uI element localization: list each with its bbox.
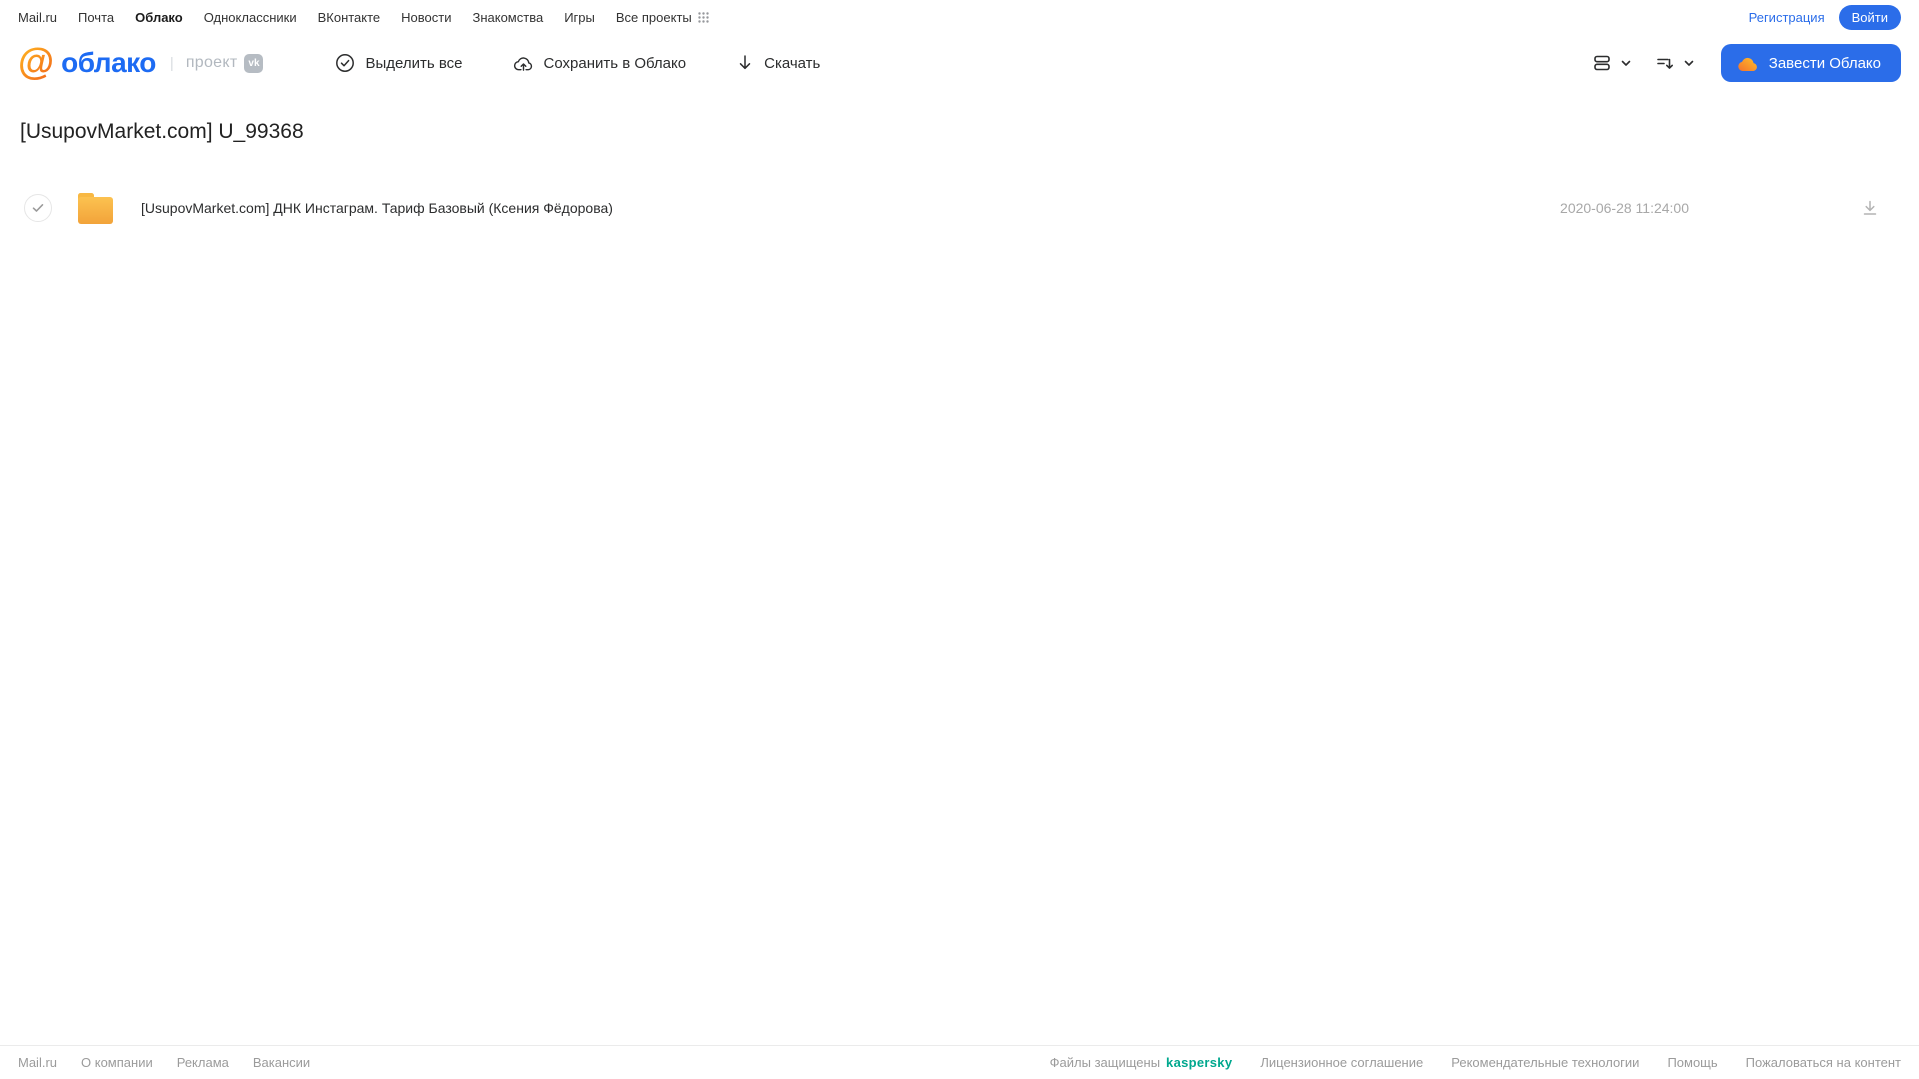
download-icon <box>736 53 754 73</box>
app-header: @ облако | проект vk Выделить все Сохран… <box>0 34 1919 92</box>
file-list: [UsupovMarket.com] ДНК Инстаграм. Тариф … <box>0 187 1919 229</box>
topbar-link-all-projects[interactable]: Все проекты <box>616 10 709 25</box>
footer-link-ads[interactable]: Реклама <box>177 1055 229 1070</box>
cloud-upload-icon <box>513 53 534 73</box>
page-footer: Mail.ru О компании Реклама Вакансии Файл… <box>0 1045 1919 1079</box>
kaspersky-protection: Файлы защищены kaspersky <box>1050 1055 1233 1070</box>
get-cloud-label: Завести Облако <box>1768 54 1881 72</box>
login-button[interactable]: Войти <box>1838 4 1901 30</box>
topbar-link-znakomstva[interactable]: Знакомства <box>472 10 543 25</box>
row-checkbox[interactable] <box>24 194 52 222</box>
registration-link[interactable]: Регистрация <box>1749 10 1825 25</box>
vk-icon: vk <box>244 53 264 73</box>
view-mode-dropdown[interactable] <box>1591 52 1632 74</box>
apps-grid-icon <box>698 11 709 23</box>
file-toolbar: Выделить все Сохранить в Облако Скачать <box>335 53 820 73</box>
topbar-link-oblako[interactable]: Облако <box>135 10 183 25</box>
footer-link-report[interactable]: Пожаловаться на контент <box>1746 1055 1901 1070</box>
footer-link-about[interactable]: О компании <box>81 1055 153 1070</box>
save-to-cloud-label: Сохранить в Облако <box>543 54 687 72</box>
footer-link-recommendations[interactable]: Рекомендательные технологии <box>1451 1055 1639 1070</box>
check-circle-icon <box>335 53 355 73</box>
file-row[interactable]: [UsupovMarket.com] ДНК Инстаграм. Тариф … <box>0 187 1919 229</box>
topbar-link-mailru[interactable]: Mail.ru <box>18 10 57 25</box>
project-label: проект <box>185 54 238 71</box>
all-projects-label: Все проекты <box>615 9 692 25</box>
logo-text: облако <box>61 47 156 78</box>
topbar-link-igry[interactable]: Игры <box>564 10 595 25</box>
portal-topbar: Mail.ru Почта Облако Одноклассники ВКонт… <box>0 0 1919 34</box>
footer-link-help[interactable]: Помощь <box>1667 1055 1717 1070</box>
portal-links: Mail.ru Почта Облако Одноклассники ВКонт… <box>18 10 709 25</box>
row-download-icon[interactable] <box>1861 199 1879 217</box>
project-divider: | <box>169 54 174 72</box>
topbar-link-pochta[interactable]: Почта <box>78 10 114 25</box>
view-controls <box>1591 52 1695 74</box>
mailru-at-icon: @ <box>18 41 55 82</box>
download-button[interactable]: Скачать <box>736 53 820 73</box>
sort-dropdown[interactable] <box>1654 52 1695 74</box>
footer-link-mailru[interactable]: Mail.ru <box>18 1055 57 1070</box>
topbar-link-odnoklassniki[interactable]: Одноклассники <box>204 10 297 25</box>
footer-link-jobs[interactable]: Вакансии <box>253 1055 310 1070</box>
file-date: 2020-06-28 11:24:00 <box>1560 200 1689 216</box>
select-all-label: Выделить все <box>365 54 463 72</box>
vk-project-tag: | проект vk <box>169 53 264 73</box>
topbar-link-novosti[interactable]: Новости <box>401 10 451 25</box>
select-all-button[interactable]: Выделить все <box>335 53 463 73</box>
footer-left-links: Mail.ru О компании Реклама Вакансии <box>18 1055 310 1070</box>
protected-label: Файлы защищены <box>1049 1055 1161 1070</box>
kaspersky-logo[interactable]: kaspersky <box>1166 1055 1232 1070</box>
cloud-logo[interactable]: @ облако <box>18 41 156 82</box>
orange-cloud-icon <box>1737 55 1759 72</box>
save-to-cloud-button[interactable]: Сохранить в Облако <box>513 53 687 73</box>
footer-right-links: Файлы защищены kaspersky Лицензионное со… <box>1050 1055 1901 1070</box>
topbar-link-vkontakte[interactable]: ВКонтакте <box>318 10 381 25</box>
topbar-right: Регистрация Войти <box>1749 4 1901 30</box>
sort-icon <box>1654 52 1676 74</box>
download-label: Скачать <box>764 54 821 72</box>
page-title: [UsupovMarket.com] U_99368 <box>20 120 304 143</box>
file-name-link[interactable]: [UsupovMarket.com] ДНК Инстаграм. Тариф … <box>141 200 613 216</box>
chevron-down-icon <box>1683 57 1695 69</box>
chevron-down-icon <box>1620 57 1632 69</box>
list-view-icon <box>1591 52 1613 74</box>
folder-icon <box>78 192 115 224</box>
get-cloud-button[interactable]: Завести Облако <box>1720 44 1901 82</box>
footer-link-license[interactable]: Лицензионное соглашение <box>1260 1055 1423 1070</box>
main-content: [UsupovMarket.com] U_99368 [UsupovMarket… <box>0 92 1919 1045</box>
